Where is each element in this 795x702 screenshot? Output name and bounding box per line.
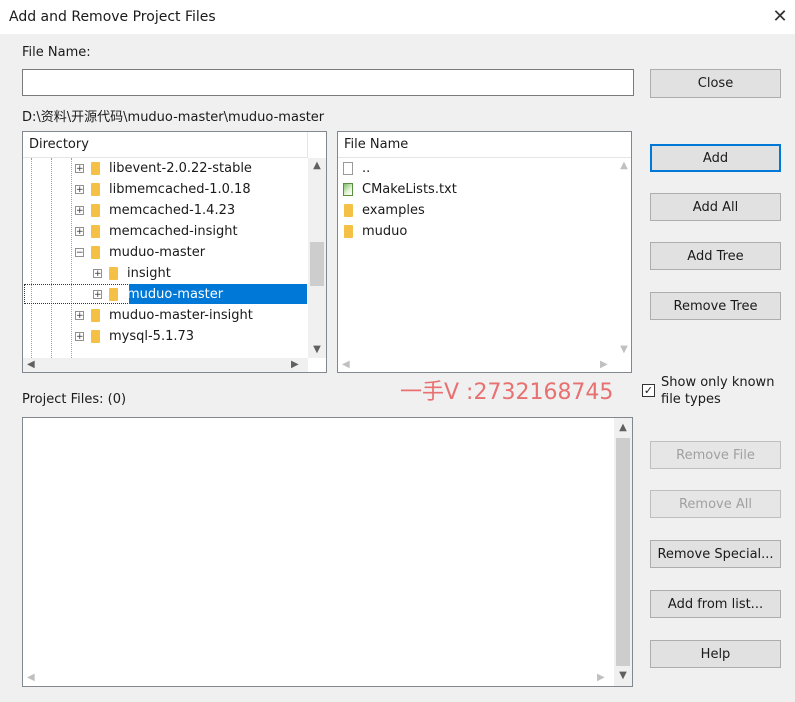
file-list-item-label: CMakeLists.txt <box>362 182 457 197</box>
blank-file-icon <box>343 162 353 175</box>
show-known-label-line1: Show only known <box>661 375 775 390</box>
directory-item[interactable]: + muduo-master <box>23 284 308 305</box>
directory-header[interactable]: Directory <box>23 132 308 158</box>
directory-item-label: libevent-2.0.22-stable <box>109 161 252 176</box>
directory-item[interactable]: + libmemcached-1.0.18 <box>23 179 308 200</box>
add-from-list-button[interactable]: Add from list... <box>650 590 781 618</box>
folder-icon <box>91 225 100 238</box>
text-file-icon <box>343 183 353 196</box>
expand-icon[interactable]: + <box>75 206 84 216</box>
files-hscrollbar[interactable]: ◀ ▶ <box>338 358 616 372</box>
directory-item-label: memcached-1.4.23 <box>109 203 236 218</box>
scroll-down-icon[interactable]: ▼ <box>616 344 631 355</box>
add-tree-button[interactable]: Add Tree <box>650 242 781 270</box>
close-button[interactable]: Close <box>650 69 781 98</box>
directory-item-label: muduo-master-insight <box>109 308 253 323</box>
file-list-item[interactable]: examples <box>338 200 608 221</box>
expand-icon[interactable]: + <box>75 332 84 342</box>
close-icon[interactable]: ✕ <box>768 6 792 28</box>
directory-item-label: insight <box>127 266 171 281</box>
folder-icon <box>344 204 353 217</box>
file-list-item-label: examples <box>362 203 425 218</box>
file-list-item[interactable]: .. <box>338 158 608 179</box>
directory-item[interactable]: + libevent-2.0.22-stable <box>23 158 308 179</box>
expand-icon[interactable]: + <box>93 290 102 300</box>
directory-item-label: mysql-5.1.73 <box>109 329 195 344</box>
directory-item[interactable]: + muduo-master-insight <box>23 305 308 326</box>
directory-item[interactable]: − muduo-master <box>23 242 308 263</box>
folder-icon <box>91 246 100 259</box>
file-list-item-label: muduo <box>362 224 408 239</box>
scroll-thumb[interactable] <box>616 438 630 666</box>
expand-icon[interactable]: + <box>75 164 84 174</box>
expand-icon[interactable]: + <box>93 269 102 279</box>
scroll-up-icon[interactable]: ▲ <box>616 160 631 171</box>
expand-icon[interactable]: + <box>75 185 84 195</box>
directory-item[interactable]: + memcached-1.4.23 <box>23 200 308 221</box>
expand-icon[interactable]: + <box>75 227 84 237</box>
directory-item[interactable]: + insight <box>23 263 308 284</box>
folder-icon <box>91 330 100 343</box>
folder-icon <box>91 204 100 217</box>
files-header[interactable]: File Name <box>338 132 631 158</box>
scroll-right-icon[interactable]: ▶ <box>600 359 608 370</box>
folder-icon <box>344 225 353 238</box>
window-title: Add and Remove Project Files <box>9 9 216 25</box>
folder-icon <box>91 309 100 322</box>
scroll-right-icon[interactable]: ▶ <box>597 672 605 683</box>
title-bar: Add and Remove Project Files ✕ <box>0 0 795 34</box>
help-button[interactable]: Help <box>650 640 781 668</box>
watermark-text: 一手V :2732168745 <box>400 380 614 405</box>
file-list-item[interactable]: muduo <box>338 221 608 242</box>
remove-special-button[interactable]: Remove Special... <box>650 540 781 568</box>
directory-hscrollbar[interactable]: ◀ ▶ <box>23 358 308 372</box>
scroll-left-icon[interactable]: ◀ <box>342 359 350 370</box>
project-files-label: Project Files: (0) <box>22 392 127 407</box>
files-vscrollbar[interactable]: ▲ ▼ <box>616 158 631 358</box>
remove-all-button[interactable]: Remove All <box>650 490 781 518</box>
remove-tree-button[interactable]: Remove Tree <box>650 292 781 320</box>
checkmark-icon: ✓ <box>643 384 654 397</box>
expand-icon[interactable]: + <box>75 311 84 321</box>
directory-tree[interactable]: + libevent-2.0.22-stable + libmemcached-1.0… <box>23 158 308 358</box>
directory-item-label: memcached-insight <box>109 224 238 239</box>
scroll-thumb[interactable] <box>310 242 324 286</box>
add-all-button[interactable]: Add All <box>650 193 781 221</box>
file-list-item[interactable]: CMakeLists.txt <box>338 179 608 200</box>
scroll-left-icon[interactable]: ◀ <box>27 672 35 683</box>
file-list-item-label: .. <box>362 161 371 176</box>
directory-item[interactable]: + memcached-insight <box>23 221 308 242</box>
scroll-up-icon[interactable]: ▲ <box>614 422 632 433</box>
show-known-label: Show only known file types <box>661 374 774 408</box>
current-path: D:\资料\开源代码\muduo-master\muduo-master <box>22 110 325 125</box>
file-name-input[interactable] <box>22 69 634 96</box>
directory-vscrollbar[interactable]: ▲ ▼ <box>308 158 326 358</box>
directory-item-label: muduo-master <box>127 287 224 302</box>
project-files-vscrollbar[interactable]: ▲ ▼ <box>614 418 632 686</box>
files-list[interactable]: .. CMakeLists.txt examples muduo <box>338 158 618 358</box>
directory-item-label: muduo-master <box>109 245 206 260</box>
scroll-down-icon[interactable]: ▼ <box>308 344 326 355</box>
file-name-label: File Name: <box>22 45 91 60</box>
files-panel[interactable]: File Name .. CMakeLists.txt examples muduo … <box>337 131 632 373</box>
show-known-label-line2: file types <box>661 392 721 407</box>
directory-item[interactable]: + mysql-5.1.73 <box>23 326 308 347</box>
collapse-icon[interactable]: − <box>75 248 84 258</box>
scroll-up-icon[interactable]: ▲ <box>308 160 326 171</box>
folder-icon <box>91 162 100 175</box>
folder-icon <box>109 288 118 301</box>
folder-icon <box>91 183 100 196</box>
add-button[interactable]: Add <box>650 144 781 172</box>
project-files-list[interactable]: ▲ ▼ ◀ ▶ <box>22 417 633 687</box>
scroll-right-icon[interactable]: ▶ <box>291 359 299 370</box>
directory-item-label: libmemcached-1.0.18 <box>109 182 251 197</box>
scroll-down-icon[interactable]: ▼ <box>614 670 632 681</box>
scroll-left-icon[interactable]: ◀ <box>27 359 35 370</box>
remove-file-button[interactable]: Remove File <box>650 441 781 469</box>
folder-icon <box>109 267 118 280</box>
show-known-checkbox[interactable]: ✓ <box>642 384 655 397</box>
directory-panel[interactable]: Directory + libevent-2.0.22-stable + libmem… <box>22 131 327 373</box>
project-files-hscrollbar[interactable]: ◀ ▶ <box>23 670 614 686</box>
